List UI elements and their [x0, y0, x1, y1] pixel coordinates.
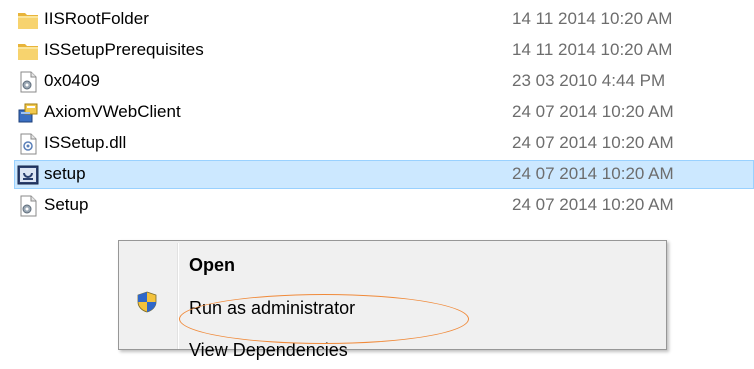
file-name: setup — [44, 164, 86, 183]
settings-file-icon — [20, 71, 37, 93]
file-row-issetupprerequisites[interactable]: ISSetupPrerequisites 14 11 2014 10:20 AM — [0, 35, 754, 66]
annotation-ellipse — [179, 294, 469, 344]
file-row-iisrootfolder[interactable]: IISRootFolder 14 11 2014 10:20 AM — [0, 4, 754, 35]
file-date: 24 07 2014 10:20 AM — [512, 195, 674, 214]
menu-item-open[interactable]: Open — [189, 255, 235, 276]
file-date: 14 11 2014 10:20 AM — [512, 9, 673, 28]
folder-icon — [18, 44, 38, 60]
setup-exe-icon — [17, 165, 39, 185]
file-row-setup-selected[interactable]: setup 24 07 2014 10:20 AM — [0, 159, 754, 190]
file-row-issetup-dll[interactable]: ISSetup.dll 24 07 2014 10:20 AM — [0, 128, 754, 159]
file-row-setup-config[interactable]: Setup 24 07 2014 10:20 AM — [0, 190, 754, 221]
settings-file-icon — [20, 195, 37, 217]
file-date: 24 07 2014 10:20 AM — [512, 164, 674, 183]
menu-icon-gutter-divider — [177, 243, 179, 349]
file-name: IISRootFolder — [44, 9, 149, 28]
folder-icon — [18, 13, 38, 29]
file-name: ISSetupPrerequisites — [44, 40, 204, 59]
file-row-axiomvwebclient[interactable]: AxiomVWebClient 24 07 2014 10:20 AM — [0, 97, 754, 128]
file-date: 23 03 2010 4:44 PM — [512, 71, 666, 90]
file-date: 24 07 2014 10:20 AM — [512, 133, 674, 152]
file-name: 0x0409 — [44, 71, 100, 90]
file-name: Setup — [44, 195, 89, 214]
uac-shield-icon — [137, 291, 157, 313]
file-date: 24 07 2014 10:20 AM — [512, 102, 674, 121]
file-name: ISSetup.dll — [44, 133, 127, 152]
file-date: 14 11 2014 10:20 AM — [512, 40, 673, 59]
file-row-0x0409[interactable]: 0x0409 23 03 2010 4:44 PM — [0, 66, 754, 97]
dll-file-icon — [20, 133, 37, 155]
installer-package-icon — [18, 103, 38, 123]
file-name: AxiomVWebClient — [44, 102, 181, 121]
